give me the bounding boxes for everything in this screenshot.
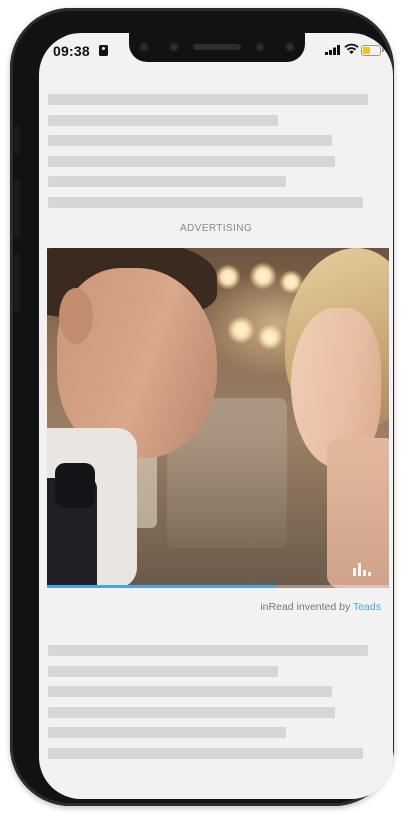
bokeh-light [249, 262, 277, 290]
text-placeholder-line [48, 748, 363, 759]
text-placeholder-line [48, 666, 278, 677]
video-progress-fill [47, 585, 277, 588]
sensor-dot [255, 42, 265, 52]
ad-credit: inRead invented by Teads [260, 601, 381, 613]
text-placeholder-line [48, 156, 335, 167]
bokeh-light [257, 324, 283, 350]
sensor-dot [285, 42, 295, 52]
notch [129, 33, 305, 62]
wifi-icon [344, 43, 359, 54]
bokeh-light [227, 316, 255, 344]
volume-down-button [14, 254, 20, 312]
text-placeholder-line [48, 115, 278, 126]
text-placeholder-line [48, 727, 286, 738]
bokeh-light [215, 264, 241, 290]
text-placeholder-line [48, 197, 363, 208]
battery-icon [361, 45, 384, 56]
audio-bars-icon[interactable] [353, 562, 373, 576]
phone-frame: 09:38 ADVERTISING inRead invented by Tea… [10, 8, 394, 806]
signal-icon [325, 45, 340, 55]
video-ad-player[interactable] [47, 248, 389, 588]
status-time: 09:38 [53, 43, 90, 59]
text-placeholder-line [48, 94, 368, 105]
man-bowtie [55, 463, 95, 508]
text-placeholder-line [48, 707, 335, 718]
front-camera-icon [169, 42, 179, 52]
mute-switch [14, 126, 20, 154]
advertising-label: ADVERTISING [179, 223, 252, 234]
video-progress-track[interactable] [47, 585, 389, 588]
earpiece-speaker [193, 44, 241, 50]
text-placeholder-line [48, 686, 332, 697]
text-placeholder-line [48, 176, 286, 187]
ad-credit-prefix: inRead invented by [260, 601, 353, 613]
text-placeholder-line [48, 135, 332, 146]
sensor-dot [139, 42, 149, 52]
phone-screen: 09:38 ADVERTISING inRead invented by Tea… [39, 33, 393, 799]
volume-up-button [14, 180, 20, 238]
teads-link[interactable]: Teads [353, 601, 381, 613]
id-badge-icon [99, 45, 108, 56]
text-placeholder-line [48, 645, 368, 656]
man-ear [59, 288, 93, 344]
